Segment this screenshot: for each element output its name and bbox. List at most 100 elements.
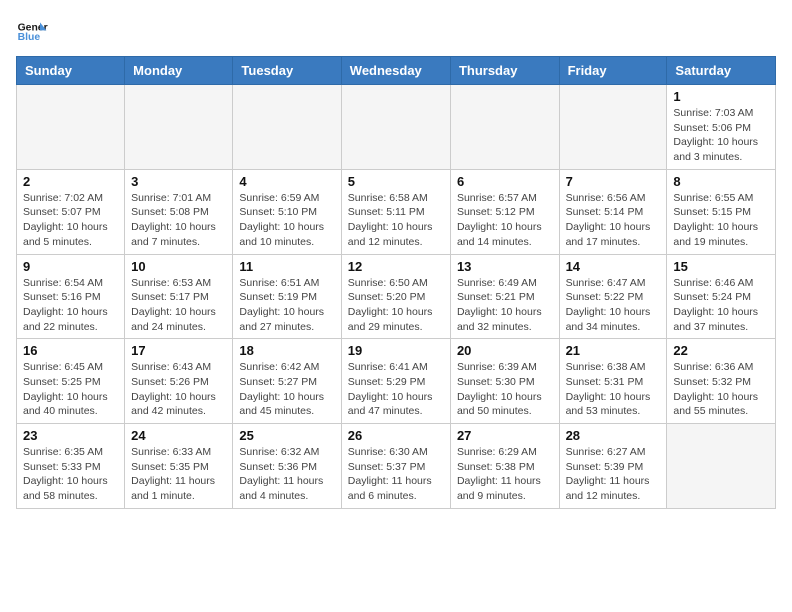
calendar-cell: [17, 85, 125, 170]
calendar-cell: 21 Sunrise: 6:38 AM Sunset: 5:31 PM Dayli…: [559, 339, 667, 424]
calendar-cell: 25 Sunrise: 6:32 AM Sunset: 5:36 PM Dayli…: [233, 424, 341, 509]
calendar-cell: [341, 85, 450, 170]
day-number: 10: [131, 259, 226, 274]
day-number: 6: [457, 174, 553, 189]
calendar-cell: 27 Sunrise: 6:29 AM Sunset: 5:38 PM Dayli…: [450, 424, 559, 509]
day-info: Sunrise: 6:56 AM Sunset: 5:14 PM Dayligh…: [566, 191, 661, 250]
calendar-week-row: 23 Sunrise: 6:35 AM Sunset: 5:33 PM Dayli…: [17, 424, 776, 509]
day-info: Sunrise: 6:58 AM Sunset: 5:11 PM Dayligh…: [348, 191, 444, 250]
svg-text:Blue: Blue: [18, 32, 41, 43]
day-number: 28: [566, 428, 661, 443]
day-number: 19: [348, 343, 444, 358]
calendar-week-row: 9 Sunrise: 6:54 AM Sunset: 5:16 PM Daylig…: [17, 254, 776, 339]
calendar-cell: 9 Sunrise: 6:54 AM Sunset: 5:16 PM Daylig…: [17, 254, 125, 339]
calendar-cell: [667, 424, 776, 509]
day-info: Sunrise: 6:39 AM Sunset: 5:30 PM Dayligh…: [457, 360, 553, 419]
calendar-cell: [125, 85, 233, 170]
calendar-cell: 16 Sunrise: 6:45 AM Sunset: 5:25 PM Dayli…: [17, 339, 125, 424]
calendar-cell: 4 Sunrise: 6:59 AM Sunset: 5:10 PM Daylig…: [233, 169, 341, 254]
calendar-cell: [450, 85, 559, 170]
calendar-cell: 1 Sunrise: 7:03 AM Sunset: 5:06 PM Daylig…: [667, 85, 776, 170]
day-number: 21: [566, 343, 661, 358]
calendar-cell: 13 Sunrise: 6:49 AM Sunset: 5:21 PM Dayli…: [450, 254, 559, 339]
calendar-cell: 15 Sunrise: 6:46 AM Sunset: 5:24 PM Dayli…: [667, 254, 776, 339]
day-info: Sunrise: 6:57 AM Sunset: 5:12 PM Dayligh…: [457, 191, 553, 250]
day-number: 9: [23, 259, 118, 274]
day-info: Sunrise: 6:33 AM Sunset: 5:35 PM Dayligh…: [131, 445, 226, 504]
day-info: Sunrise: 6:41 AM Sunset: 5:29 PM Dayligh…: [348, 360, 444, 419]
weekday-header: Friday: [559, 57, 667, 85]
day-number: 20: [457, 343, 553, 358]
calendar-cell: 10 Sunrise: 6:53 AM Sunset: 5:17 PM Dayli…: [125, 254, 233, 339]
day-number: 22: [673, 343, 769, 358]
day-info: Sunrise: 6:51 AM Sunset: 5:19 PM Dayligh…: [239, 276, 334, 335]
weekday-header: Tuesday: [233, 57, 341, 85]
calendar-cell: 18Sunrise: 6:42 AM Sunset: 5:27 PM Dayli…: [233, 339, 341, 424]
day-info: Sunrise: 6:50 AM Sunset: 5:20 PM Dayligh…: [348, 276, 444, 335]
day-info: Sunrise: 6:54 AM Sunset: 5:16 PM Dayligh…: [23, 276, 118, 335]
calendar-cell: [559, 85, 667, 170]
day-info: Sunrise: 6:49 AM Sunset: 5:21 PM Dayligh…: [457, 276, 553, 335]
day-number: 23: [23, 428, 118, 443]
weekday-header: Wednesday: [341, 57, 450, 85]
header: General Blue: [16, 16, 776, 48]
day-number: 2: [23, 174, 118, 189]
day-number: 4: [239, 174, 334, 189]
day-number: 18: [239, 343, 334, 358]
day-number: 7: [566, 174, 661, 189]
day-info: Sunrise: 6:46 AM Sunset: 5:24 PM Dayligh…: [673, 276, 769, 335]
calendar-cell: 7 Sunrise: 6:56 AM Sunset: 5:14 PM Daylig…: [559, 169, 667, 254]
weekday-header: Thursday: [450, 57, 559, 85]
logo-icon: General Blue: [16, 16, 48, 48]
weekday-header: Saturday: [667, 57, 776, 85]
day-info: Sunrise: 6:53 AM Sunset: 5:17 PM Dayligh…: [131, 276, 226, 335]
day-info: Sunrise: 7:02 AM Sunset: 5:07 PM Dayligh…: [23, 191, 118, 250]
day-number: 8: [673, 174, 769, 189]
calendar: SundayMondayTuesdayWednesdayThursdayFrid…: [16, 56, 776, 509]
day-number: 5: [348, 174, 444, 189]
calendar-cell: 20 Sunrise: 6:39 AM Sunset: 5:30 PM Dayli…: [450, 339, 559, 424]
weekday-header: Sunday: [17, 57, 125, 85]
calendar-week-row: 2 Sunrise: 7:02 AM Sunset: 5:07 PM Daylig…: [17, 169, 776, 254]
calendar-cell: 5 Sunrise: 6:58 AM Sunset: 5:11 PM Daylig…: [341, 169, 450, 254]
day-info: Sunrise: 7:01 AM Sunset: 5:08 PM Dayligh…: [131, 191, 226, 250]
day-number: 15: [673, 259, 769, 274]
day-number: 16: [23, 343, 118, 358]
calendar-cell: 2 Sunrise: 7:02 AM Sunset: 5:07 PM Daylig…: [17, 169, 125, 254]
day-info: Sunrise: 6:27 AM Sunset: 5:39 PM Dayligh…: [566, 445, 661, 504]
calendar-week-row: 1 Sunrise: 7:03 AM Sunset: 5:06 PM Daylig…: [17, 85, 776, 170]
calendar-cell: 28 Sunrise: 6:27 AM Sunset: 5:39 PM Dayli…: [559, 424, 667, 509]
day-number: 24: [131, 428, 226, 443]
calendar-cell: 19 Sunrise: 6:41 AM Sunset: 5:29 PM Dayli…: [341, 339, 450, 424]
day-info: Sunrise: 6:32 AM Sunset: 5:36 PM Dayligh…: [239, 445, 334, 504]
day-number: 27: [457, 428, 553, 443]
day-info: Sunrise: 6:47 AM Sunset: 5:22 PM Dayligh…: [566, 276, 661, 335]
day-number: 1: [673, 89, 769, 104]
logo: General Blue: [16, 16, 48, 48]
calendar-cell: 8 Sunrise: 6:55 AM Sunset: 5:15 PM Daylig…: [667, 169, 776, 254]
day-info: Sunrise: 6:38 AM Sunset: 5:31 PM Dayligh…: [566, 360, 661, 419]
calendar-header-row: SundayMondayTuesdayWednesdayThursdayFrid…: [17, 57, 776, 85]
day-info: Sunrise: 6:45 AM Sunset: 5:25 PM Dayligh…: [23, 360, 118, 419]
day-info: Sunrise: 6:55 AM Sunset: 5:15 PM Dayligh…: [673, 191, 769, 250]
day-number: 14: [566, 259, 661, 274]
calendar-cell: 26Sunrise: 6:30 AM Sunset: 5:37 PM Dayli…: [341, 424, 450, 509]
day-number: 3: [131, 174, 226, 189]
day-number: 25: [239, 428, 334, 443]
day-info: Sunrise: 6:29 AM Sunset: 5:38 PM Dayligh…: [457, 445, 553, 504]
calendar-cell: 12Sunrise: 6:50 AM Sunset: 5:20 PM Dayli…: [341, 254, 450, 339]
day-number: 11: [239, 259, 334, 274]
calendar-cell: 14 Sunrise: 6:47 AM Sunset: 5:22 PM Dayli…: [559, 254, 667, 339]
day-number: 13: [457, 259, 553, 274]
day-info: Sunrise: 7:03 AM Sunset: 5:06 PM Dayligh…: [673, 106, 769, 165]
calendar-cell: 22 Sunrise: 6:36 AM Sunset: 5:32 PM Dayli…: [667, 339, 776, 424]
day-info: Sunrise: 6:35 AM Sunset: 5:33 PM Dayligh…: [23, 445, 118, 504]
calendar-cell: 24 Sunrise: 6:33 AM Sunset: 5:35 PM Dayli…: [125, 424, 233, 509]
day-info: Sunrise: 6:59 AM Sunset: 5:10 PM Dayligh…: [239, 191, 334, 250]
weekday-header: Monday: [125, 57, 233, 85]
day-number: 17: [131, 343, 226, 358]
day-info: Sunrise: 6:43 AM Sunset: 5:26 PM Dayligh…: [131, 360, 226, 419]
calendar-week-row: 16 Sunrise: 6:45 AM Sunset: 5:25 PM Dayli…: [17, 339, 776, 424]
day-info: Sunrise: 6:30 AM Sunset: 5:37 PM Dayligh…: [348, 445, 444, 504]
day-info: Sunrise: 6:36 AM Sunset: 5:32 PM Dayligh…: [673, 360, 769, 419]
